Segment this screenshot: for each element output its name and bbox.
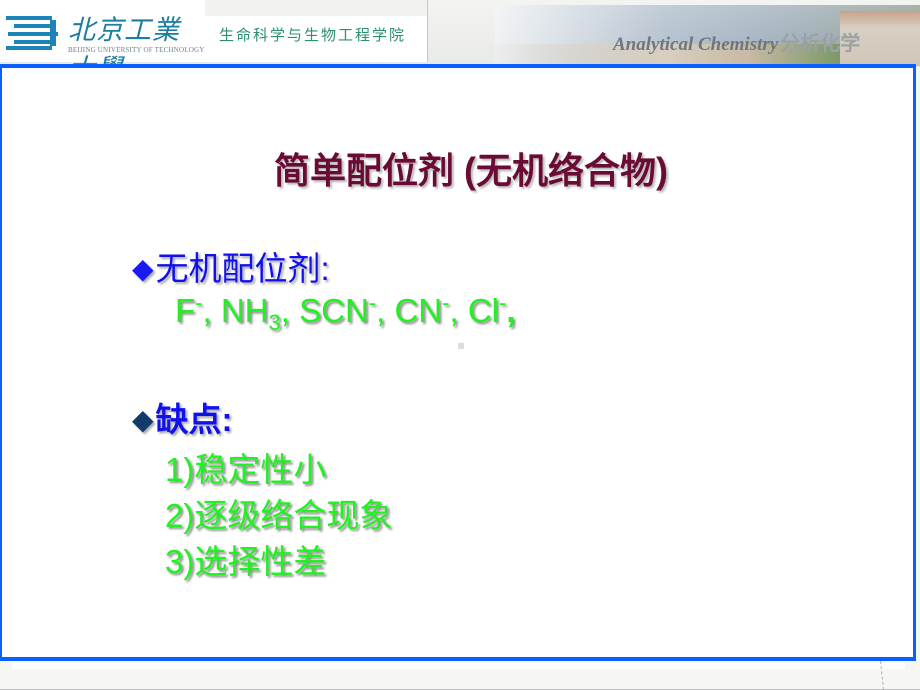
slide-footer	[0, 660, 920, 690]
ion-fluoride: F-	[175, 290, 203, 330]
bullet-label: 缺点:	[155, 401, 233, 438]
course-title-en: Analytical Chemistry	[613, 34, 779, 55]
ligand-ion-list: F-, NH3, SCN-, CN-, Cl-,	[175, 290, 516, 335]
school-name: 生命科学与生物工程学院	[219, 26, 407, 44]
slide-content-frame: 简单配位剂 (无机络合物) ◆无机配位剂: F-, NH3, SCN-, CN-…	[0, 64, 916, 661]
diamond-bullet-icon: ◆	[132, 253, 154, 284]
ion-cyanide: CN-	[394, 290, 450, 330]
slide-title: 简单配位剂 (无机络合物)	[274, 150, 668, 191]
university-name-en: BEIJING UNIVERSITY OF TECHNOLOGY	[68, 46, 205, 54]
disadvantage-item: 2)逐级络合现象	[165, 497, 393, 534]
course-title-cn: 分析化学	[780, 33, 861, 55]
disadvantage-item: 1)稳定性小	[165, 451, 327, 488]
course-title: Analytical Chemistry 分析化学	[613, 27, 860, 56]
placeholder-marker	[458, 343, 464, 349]
bullet-inorganic-ligands: ◆无机配位剂:	[132, 242, 330, 290]
bullet-label: 无机配位剂:	[155, 250, 330, 287]
ion-chloride: Cl-	[467, 290, 507, 330]
ion-thiocyanate: SCN-	[299, 290, 377, 330]
school-banner: 生命科学与生物工程学院	[205, 0, 428, 62]
campus-banner-image: Analytical Chemistry 分析化学	[495, 5, 920, 66]
university-logo: 北京工業大學 BEIJING UNIVERSITY OF TECHNOLOGY	[0, 0, 205, 85]
ion-ammonia: NH3	[220, 292, 281, 335]
bjut-logo-icon	[6, 16, 58, 50]
diamond-bullet-icon: ◆	[132, 404, 154, 435]
bullet-disadvantages: ◆缺点:	[132, 393, 233, 441]
slide-header: 北京工業大學 BEIJING UNIVERSITY OF TECHNOLOGY …	[0, 0, 920, 85]
disadvantage-item: 3)选择性差	[165, 543, 327, 580]
